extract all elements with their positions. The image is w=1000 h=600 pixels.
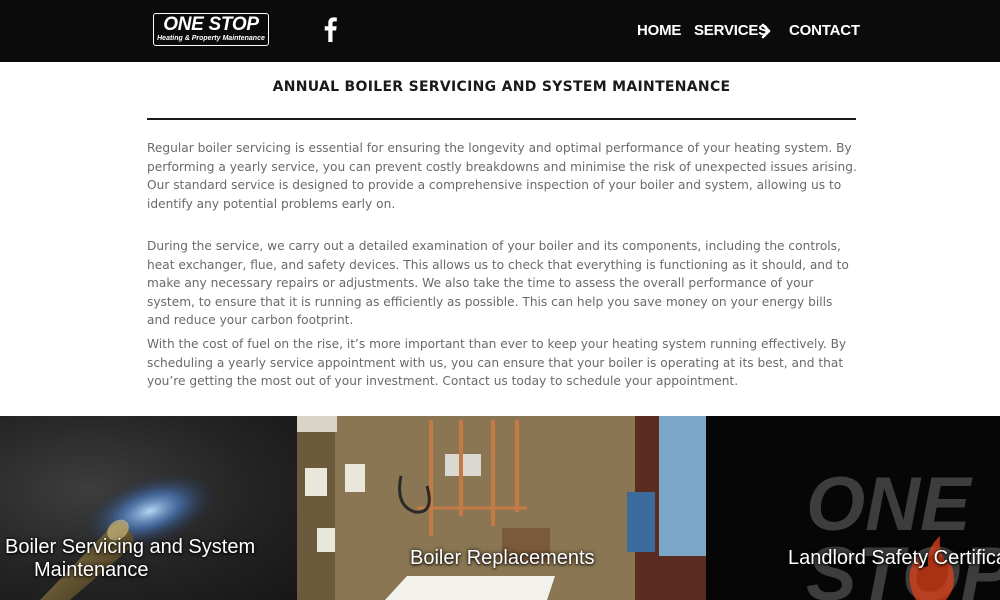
site-logo[interactable]: ONE STOP Heating & Property Maintenance xyxy=(153,13,269,46)
logo-sub-text: Heating & Property Maintenance xyxy=(157,35,265,42)
service-details-paragraph: During the service, we carry out a detai… xyxy=(147,239,849,327)
facebook-icon[interactable] xyxy=(321,16,339,42)
service-tiles: Boiler Servicing and System Maintenance … xyxy=(0,416,1000,600)
tile-label: Maintenance xyxy=(34,559,149,581)
boiler-room-image xyxy=(297,416,706,600)
cta-paragraph: With the cost of fuel on the rise, it’s … xyxy=(147,337,847,388)
nav-home[interactable]: HOME xyxy=(637,20,681,42)
chevron-right-icon[interactable] xyxy=(760,23,772,39)
tile-boiler-replacements[interactable]: Boiler Replacements xyxy=(297,416,706,600)
nav-contact[interactable]: CONTACT xyxy=(789,20,860,42)
page-title: ANNUAL BOILER SERVICING AND SYSTEM MAINT… xyxy=(272,79,731,95)
intro-paragraph: Regular boiler servicing is essential fo… xyxy=(147,141,857,211)
tile-label: Boiler Replacements xyxy=(410,547,595,569)
site-header: ONE STOP Heating & Property Maintenance … xyxy=(0,0,1000,62)
tile-landlord-safety[interactable]: ONE STOP Landlord Safety Certifica xyxy=(706,416,1000,600)
nav-services[interactable]: SERVICES xyxy=(694,20,768,42)
tile-boiler-servicing[interactable]: Boiler Servicing and System Maintenance xyxy=(0,416,297,600)
tile-label: Boiler Servicing and System xyxy=(5,536,256,558)
one-stop-watermark-logo: ONE STOP xyxy=(806,462,1000,600)
tile-label: Landlord Safety Certifica xyxy=(788,547,1000,569)
logo-main-text: ONE STOP xyxy=(163,14,259,35)
title-divider xyxy=(147,118,856,120)
